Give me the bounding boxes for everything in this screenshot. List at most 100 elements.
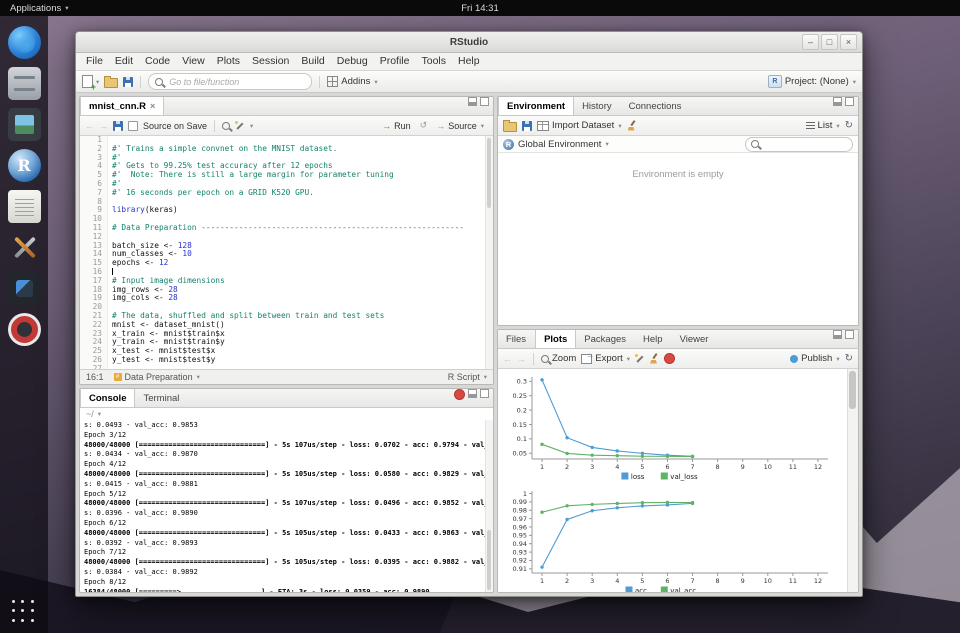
menu-tools[interactable]: Tools [415,53,452,70]
rstudio-icon[interactable] [8,149,41,182]
firefox-browser-icon[interactable] [8,26,41,59]
show-applications-button[interactable] [12,600,36,624]
environment-tab-history[interactable]: History [574,97,621,115]
source-on-save-checkbox[interactable] [128,121,138,131]
menu-plots[interactable]: Plots [211,53,246,70]
maximize-pane-icon[interactable] [480,389,489,398]
help-buoy-icon[interactable] [8,313,41,346]
environment-scope-menu[interactable]: Global Environment ▾ [518,139,609,150]
maximize-pane-icon[interactable] [480,97,489,106]
clock[interactable]: Fri 14:31 [0,3,960,14]
text-editor-icon[interactable] [8,190,41,223]
close-icon[interactable]: × [840,34,857,50]
console-tab-console[interactable]: Console [80,389,135,407]
menu-session[interactable]: Session [246,53,295,70]
x-tick-label: 7 [690,577,694,585]
back-icon[interactable]: ← [85,121,94,131]
addins-menu[interactable]: Addins ▾ [327,76,377,87]
line-number: 7 [80,189,108,198]
goto-file-input[interactable] [167,76,305,88]
stop-icon[interactable] [454,389,465,400]
system-tools-icon[interactable] [8,231,41,264]
menu-build[interactable]: Build [295,53,330,70]
menu-profile[interactable]: Profile [374,53,416,70]
rerun-icon[interactable]: ↺ [420,120,428,131]
chevron-down-icon: ▾ [605,140,608,148]
minimize-pane-icon[interactable] [468,389,477,398]
clear-environment-icon[interactable] [627,121,637,131]
open-file-button[interactable] [104,75,118,88]
save-button[interactable] [123,77,133,87]
panel-tab-packages[interactable]: Packages [576,330,635,348]
code-token: 28 [168,285,177,294]
forward-icon[interactable]: → [99,121,108,131]
next-plot-icon[interactable]: → [517,354,526,364]
list-view-menu[interactable]: List ▾ [806,120,840,131]
zoom-button[interactable]: Zoom [541,353,576,364]
console-working-directory[interactable]: ~/ ▾ [80,408,493,420]
source-button[interactable]: → Source ▾ [432,120,488,132]
panel-tab-files[interactable]: Files [498,330,535,348]
code-editor[interactable]: 12#' Trains a simple convnet on the MNIS… [80,136,493,369]
console-scrollbar[interactable] [485,420,493,592]
goto-file-search[interactable] [148,73,312,90]
code-tools-icon[interactable] [235,121,244,130]
plots-scrollbar[interactable] [847,369,858,592]
section-navigator[interactable]: Data Preparation ▾ [114,372,200,382]
text-cursor [112,268,113,276]
menu-help[interactable]: Help [452,53,486,70]
minimize-pane-icon[interactable] [833,97,842,106]
minimize-pane-icon[interactable] [468,97,477,106]
code-token: epochs <- [112,258,159,267]
remove-all-plots-icon[interactable] [664,353,675,364]
builder-icon[interactable] [8,272,41,305]
image-viewer-icon[interactable] [8,108,41,141]
environment-tab-connections[interactable]: Connections [621,97,691,115]
menu-file[interactable]: File [80,53,109,70]
code-line: 26y_test <- mnist$test$y [80,356,493,365]
new-file-button[interactable]: ▾ [82,75,99,88]
scrollbar-thumb[interactable] [849,371,856,409]
maximize-pane-icon[interactable] [845,97,854,106]
panel-tab-plots[interactable]: Plots [535,330,576,348]
close-tab-icon[interactable]: × [150,101,155,111]
window-title: RStudio [450,37,488,48]
code-line: 19img_cols <- 28 [80,294,493,303]
menu-view[interactable]: View [176,53,211,70]
source-tab-mnist-cnn[interactable]: mnist_cnn.R × [80,97,164,115]
panel-tab-help[interactable]: Help [635,330,672,348]
clear-plots-icon[interactable] [649,354,659,364]
publish-menu[interactable]: Publish ▾ [790,353,839,364]
import-dataset-menu[interactable]: Import Dataset ▾ [537,120,622,131]
refresh-icon[interactable]: ↻ [845,121,853,131]
remove-plot-icon[interactable] [635,354,644,363]
export-menu[interactable]: Export ▾ [581,353,630,364]
save-workspace-icon[interactable] [522,121,532,131]
window-titlebar[interactable]: RStudio – □ × [76,32,862,53]
maximize-icon[interactable]: □ [821,34,838,50]
editor-scrollbar[interactable] [485,136,493,369]
file-type-menu[interactable]: R Script ▾ [448,372,487,382]
menu-code[interactable]: Code [139,53,176,70]
console-output[interactable]: s: 0.0493 - val_acc: 0.9853Epoch 3/12480… [80,420,493,592]
refresh-plots-icon[interactable]: ↻ [845,354,853,364]
load-workspace-icon[interactable] [503,122,517,132]
environment-tab-environment[interactable]: Environment [498,97,574,115]
code-line: 9library(keras) [80,206,493,215]
find-icon[interactable] [222,122,230,130]
project-menu[interactable]: Project: (None) ▾ [768,75,856,88]
console-tab-terminal[interactable]: Terminal [135,389,188,407]
panel-tab-viewer[interactable]: Viewer [672,330,718,348]
maximize-pane-icon[interactable] [845,330,854,339]
menu-edit[interactable]: Edit [109,53,139,70]
save-icon[interactable] [113,121,123,131]
minimize-icon[interactable]: – [802,34,819,50]
file-manager-icon[interactable] [8,67,41,100]
environment-search-input[interactable] [762,138,847,150]
minimize-pane-icon[interactable] [833,330,842,339]
environment-search[interactable] [745,137,853,152]
previous-plot-icon[interactable]: ← [503,354,512,364]
x-tick-label: 4 [615,463,619,471]
menu-debug[interactable]: Debug [331,53,374,70]
run-button[interactable]: → Run [378,120,415,132]
